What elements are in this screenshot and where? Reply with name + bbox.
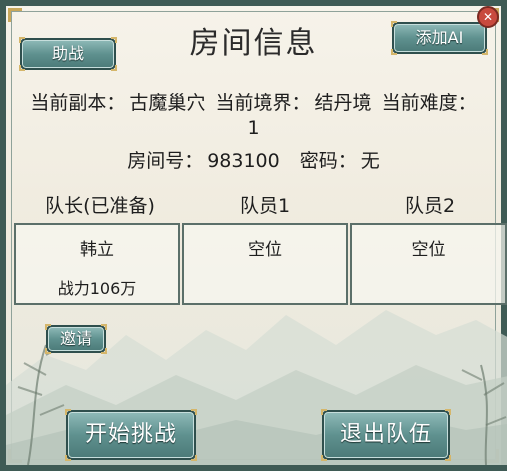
button-corner (445, 455, 451, 461)
difficulty-line: 1 (6, 117, 501, 139)
add-ai-button[interactable]: 添加AI (391, 21, 488, 55)
button-corner (191, 455, 197, 461)
button-corner (191, 409, 197, 415)
button-corner (111, 65, 117, 71)
realm-label: 当前境界： (215, 92, 311, 114)
dungeon-label: 当前副本： (30, 92, 126, 114)
slot-player-name: 韩立 (80, 240, 114, 260)
leave-team-button[interactable]: 退出队伍 (321, 409, 451, 461)
room-number-value: 983100 (207, 150, 280, 172)
team-slot-member1[interactable]: 空位 (182, 223, 348, 305)
difficulty-value: 1 (247, 117, 260, 139)
password-value: 无 (360, 150, 380, 172)
button-corner (321, 409, 327, 415)
assist-button[interactable]: 助战 (19, 37, 117, 71)
password-label: 密码： (299, 150, 357, 172)
button-corner (45, 324, 51, 330)
button-corner (45, 348, 51, 354)
slot-empty-label: 空位 (248, 240, 282, 260)
button-corner (321, 455, 327, 461)
start-challenge-button[interactable]: 开始挑战 (65, 409, 197, 461)
team-slot-leader[interactable]: 韩立 战力106万 (14, 223, 180, 305)
room-info-dialog: 房间信息 助战 添加AI ✕ 当前副本： 古魔巢穴 当前境界： 结丹境 当前难度： … (0, 0, 507, 471)
button-corner (101, 348, 107, 354)
invite-button-label: 邀请 (59, 329, 92, 348)
difficulty-label: 当前难度： (381, 92, 477, 114)
room-number-label: 房间号： (127, 150, 204, 172)
dungeon-value: 古魔巢穴 (129, 92, 206, 114)
start-challenge-label: 开始挑战 (84, 422, 177, 447)
close-button[interactable]: ✕ (477, 6, 499, 28)
button-corner (445, 409, 451, 415)
close-icon: ✕ (482, 10, 494, 24)
slot-header-member1: 队员1 (239, 195, 291, 217)
button-corner (391, 21, 397, 27)
button-corner (101, 324, 107, 330)
slot-empty-label: 空位 (411, 240, 446, 260)
room-info-line: 房间号： 983100 密码：无 (6, 146, 501, 173)
invite-button[interactable]: 邀请 (45, 324, 107, 354)
button-corner (111, 37, 117, 43)
slot-header-member2: 队员2 (404, 195, 456, 217)
dungeon-info-line: 当前副本： 古魔巢穴 当前境界： 结丹境 当前难度： (6, 88, 501, 115)
add-ai-button-label: 添加AI (415, 28, 464, 47)
slot-player-power: 战力106万 (57, 279, 137, 298)
team-slot-member2[interactable]: 空位 (350, 223, 507, 305)
button-corner (391, 49, 397, 55)
slot-header-leader: 队长(已准备) (45, 195, 155, 217)
button-corner (65, 409, 71, 415)
button-corner (482, 49, 488, 55)
button-corner (65, 455, 71, 461)
button-corner (19, 65, 25, 71)
leave-team-label: 退出队伍 (339, 422, 432, 447)
realm-value: 结丹境 (314, 92, 372, 114)
assist-button-label: 助战 (51, 44, 84, 63)
button-corner (19, 37, 25, 43)
